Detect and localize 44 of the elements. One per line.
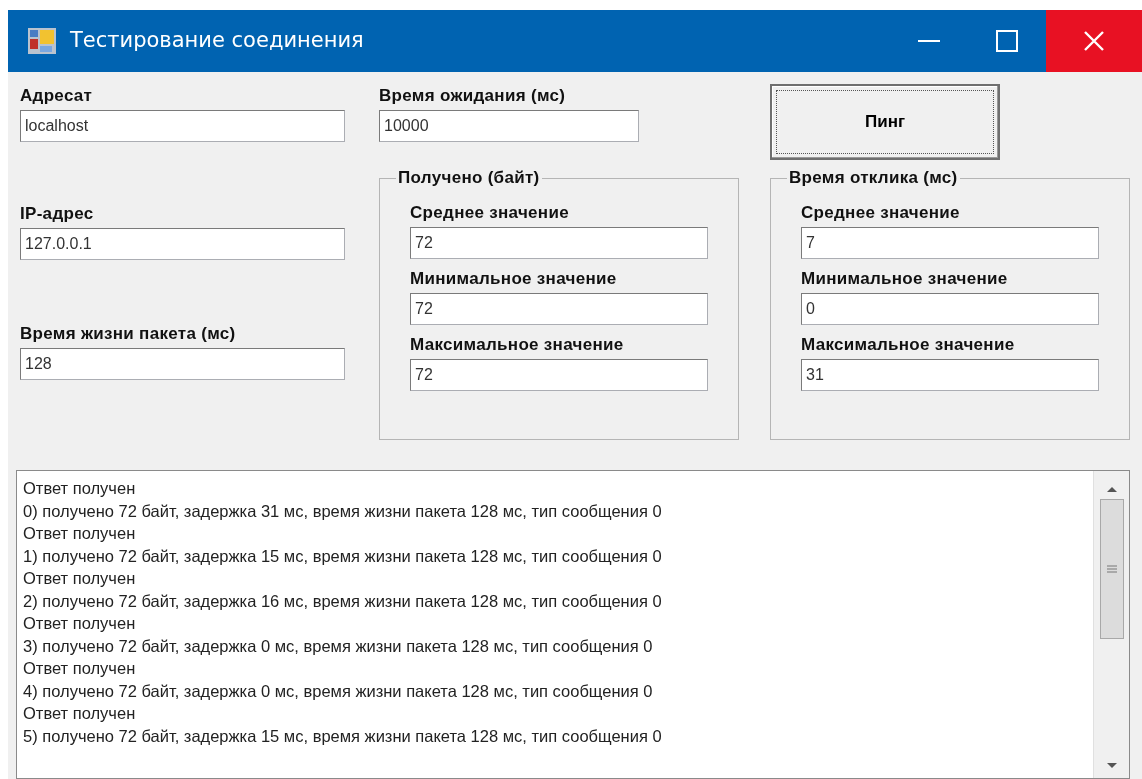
maximize-icon [996,30,1018,52]
field-label: Среднее значение [410,203,570,223]
field-label: Максимальное значение [801,335,1016,355]
log-line: Ответ получен [23,523,137,544]
ping-button[interactable]: Пинг [770,84,1000,160]
scrollbar-thumb[interactable] [1099,499,1124,639]
text-field[interactable]: 72 [410,359,709,391]
text-field[interactable]: 127.0.0.1 [20,228,345,260]
field-label: IP-адрес [20,204,95,224]
group-title: Получено (байт) [396,168,542,188]
field-label: Среднее значение [801,203,961,223]
field-label: Адресат [20,86,94,106]
log-line: Ответ получен [23,478,137,499]
text-field[interactable]: 10000 [379,110,640,142]
text-field[interactable]: 72 [410,293,709,325]
log-line: Ответ получен [23,703,137,724]
log-line: 5) получено 72 байт, задержка 15 мс, время жизни пакета 128 мс, тип сообщения 0 [23,725,663,747]
field-label: Минимальное значение [801,269,1009,289]
group-title: Время отклика (мс) [787,168,960,188]
field-label: Время ожидания (мс) [379,86,567,106]
log-line: 3) получено 72 байт, задержка 0 мс, время жизни пакета 128 мс, тип сообщения 0 [23,635,654,657]
text-field[interactable]: 72 [410,227,709,259]
window-title: Тестирование соединения [70,27,364,55]
log-line: 0) получено 72 байт, задержка 31 мс, время жизни пакета 128 мс, тип сообщения 0 [23,500,663,522]
text-field[interactable]: 128 [20,348,345,380]
field-label: Минимальное значение [410,269,618,289]
log-line: Ответ получен [23,658,137,679]
scroll-down-icon[interactable] [1105,762,1118,770]
app-icon [28,28,56,54]
log-line: 2) получено 72 байт, задержка 16 мс, время жизни пакета 128 мс, тип сообщения 0 [23,590,663,612]
text-field[interactable]: localhost [20,110,345,142]
text-field[interactable]: 7 [801,227,1099,259]
scrollbar[interactable] [1093,471,1129,778]
field-label: Время жизни пакета (мс) [20,324,237,344]
scroll-up-icon[interactable] [1105,485,1118,493]
text-field[interactable]: 31 [801,359,1099,391]
field-label: Максимальное значение [410,335,625,355]
log-line: Ответ получен [23,613,137,634]
close-icon [1083,30,1105,52]
log-line: Ответ получен [23,568,137,589]
log-line: 1) получено 72 байт, задержка 15 мс, время жизни пакета 128 мс, тип сообщения 0 [23,545,663,567]
text-field[interactable]: 0 [801,293,1099,325]
log-line: 4) получено 72 байт, задержка 0 мс, время жизни пакета 128 мс, тип сообщения 0 [23,680,654,702]
minimize-icon [918,40,940,42]
